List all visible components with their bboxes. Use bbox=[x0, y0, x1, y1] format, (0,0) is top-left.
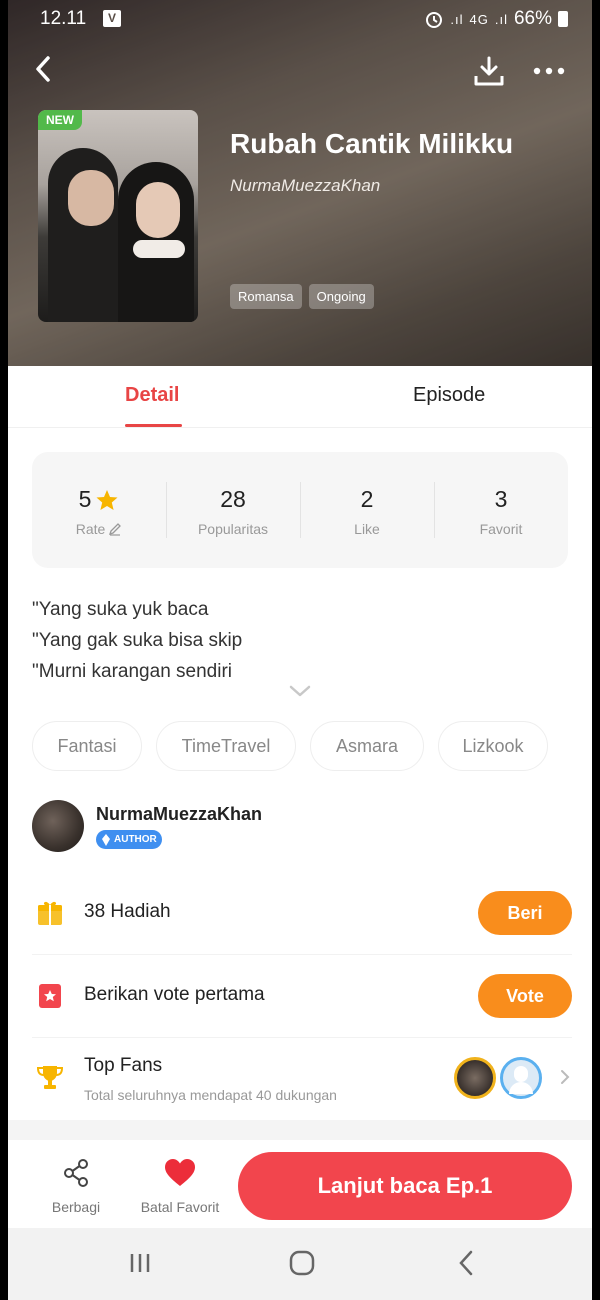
share-button[interactable]: Berbagi bbox=[48, 1158, 104, 1215]
pen-icon bbox=[102, 833, 110, 846]
avatar[interactable] bbox=[32, 800, 84, 852]
like-value: 2 bbox=[360, 486, 374, 512]
app-notification-badge: V bbox=[103, 10, 121, 27]
cover-face bbox=[136, 182, 180, 238]
book-author[interactable]: NurmaMuezzaKhan bbox=[230, 176, 380, 196]
give-gift-button[interactable]: Beri bbox=[478, 891, 572, 935]
recent-apps-icon[interactable] bbox=[128, 1252, 152, 1274]
network-type: 4G bbox=[469, 11, 489, 27]
top-bar bbox=[8, 52, 592, 92]
cover-face bbox=[68, 170, 114, 226]
top-fans-title: Top Fans bbox=[84, 1055, 163, 1076]
gift-count: 38 Hadiah bbox=[84, 901, 171, 922]
more-icon[interactable] bbox=[532, 66, 566, 76]
section-divider bbox=[8, 1120, 592, 1140]
author-badge: AUTHOR bbox=[96, 830, 162, 849]
tab-indicator bbox=[125, 424, 182, 427]
vote-button[interactable]: Vote bbox=[478, 974, 572, 1018]
tab-bar: Detail Episode bbox=[8, 366, 592, 428]
stats-card: 5 Rate 28 Popularitas 2 Like 3 Favorit bbox=[32, 452, 568, 568]
favorite-label: Favorit bbox=[479, 521, 523, 537]
unfavorite-button[interactable]: Batal Favorit bbox=[134, 1158, 226, 1215]
tab-episode[interactable]: Episode bbox=[413, 384, 485, 407]
book-cover[interactable] bbox=[38, 110, 198, 322]
synopsis-line: "Yang suka yuk baca bbox=[32, 599, 209, 620]
unfavorite-label: Batal Favorit bbox=[140, 1199, 220, 1215]
vote-icon bbox=[39, 984, 61, 1008]
rate-label: Rate bbox=[75, 521, 106, 537]
popularity-value: 28 bbox=[220, 486, 246, 512]
author-row[interactable]: NurmaMuezzaKhan AUTHOR bbox=[32, 800, 572, 854]
status-indicators: .ıl 4G .ıl 66% bbox=[424, 8, 568, 30]
back-icon[interactable] bbox=[30, 52, 60, 86]
synopsis-line: "Murni karangan sendiri bbox=[32, 661, 233, 682]
star-icon bbox=[96, 489, 118, 510]
nav-back-icon[interactable] bbox=[458, 1250, 474, 1276]
status-bar: 12.11 V .ıl 4G .ıl 66% bbox=[8, 6, 592, 32]
continue-reading-button[interactable]: Lanjut baca Ep.1 bbox=[238, 1152, 572, 1220]
genre-tags: Fantasi TimeTravel Asmara Lizkook bbox=[32, 721, 572, 771]
genre-tag[interactable]: Lizkook bbox=[438, 721, 548, 771]
battery-icon bbox=[558, 11, 568, 27]
gift-row: 38 Hadiah Beri bbox=[32, 871, 572, 955]
tab-detail[interactable]: Detail bbox=[125, 384, 179, 407]
chevron-down-icon[interactable] bbox=[288, 684, 312, 698]
heart-icon bbox=[165, 1159, 195, 1186]
screen: 12.11 V .ıl 4G .ıl 66% NEW Rubah Cantik … bbox=[8, 0, 592, 1300]
book-title: Rubah Cantik Milikku bbox=[230, 128, 514, 159]
new-badge: NEW bbox=[38, 110, 82, 130]
alarm-icon bbox=[426, 12, 443, 28]
bottom-action-bar: Berbagi Batal Favorit Lanjut baca Ep.1 bbox=[8, 1140, 592, 1228]
edit-icon bbox=[109, 523, 122, 536]
synopsis: "Yang suka yuk baca "Yang gak suka bisa … bbox=[32, 594, 572, 687]
system-nav-bar bbox=[8, 1228, 592, 1300]
home-icon[interactable] bbox=[289, 1250, 315, 1276]
share-label: Berbagi bbox=[51, 1199, 101, 1215]
tag-romansa[interactable]: Romansa bbox=[230, 284, 302, 309]
signal-icon: .ıl bbox=[450, 11, 464, 27]
stat-rate[interactable]: 5 Rate bbox=[32, 452, 166, 568]
tag-ongoing: Ongoing bbox=[308, 284, 374, 309]
signal-icon-2: .ıl bbox=[494, 11, 508, 27]
vote-row: Berikan vote pertama Vote bbox=[32, 954, 572, 1038]
author-badge-label: AUTHOR bbox=[114, 834, 157, 845]
genre-tag[interactable]: Fantasi bbox=[32, 721, 142, 771]
book-tags: Romansa Ongoing bbox=[230, 284, 374, 309]
favorite-value: 3 bbox=[494, 486, 508, 512]
battery-level: 66% bbox=[513, 8, 552, 29]
gift-icon bbox=[38, 901, 62, 925]
chevron-right-icon[interactable] bbox=[560, 1069, 570, 1085]
stat-favorite: 3 Favorit bbox=[434, 452, 568, 568]
fan-avatar-placeholder[interactable] bbox=[500, 1057, 542, 1099]
vote-prompt: Berikan vote pertama bbox=[84, 984, 265, 1005]
genre-tag[interactable]: Asmara bbox=[310, 721, 424, 771]
download-icon[interactable] bbox=[472, 54, 506, 88]
author-name: NurmaMuezzaKhan bbox=[96, 804, 263, 824]
trophy-icon bbox=[36, 1066, 64, 1089]
popularity-label: Popularitas bbox=[197, 521, 269, 537]
top-fans-subtitle: Total seluruhnya mendapat 40 dukungan bbox=[84, 1087, 337, 1103]
genre-tag[interactable]: TimeTravel bbox=[156, 721, 296, 771]
status-time: 12.11 bbox=[40, 8, 87, 29]
stat-like: 2 Like bbox=[300, 452, 434, 568]
cover-collar bbox=[133, 240, 185, 258]
stat-popularity: 28 Popularitas bbox=[166, 452, 300, 568]
share-icon bbox=[64, 1159, 88, 1187]
rate-value: 5 bbox=[78, 486, 92, 512]
synopsis-line: "Yang gak suka bisa skip bbox=[32, 630, 243, 651]
like-label: Like bbox=[354, 521, 380, 537]
top-fans-row[interactable]: Top Fans Total seluruhnya mendapat 40 du… bbox=[32, 1037, 572, 1117]
fan-avatar[interactable] bbox=[454, 1057, 496, 1099]
